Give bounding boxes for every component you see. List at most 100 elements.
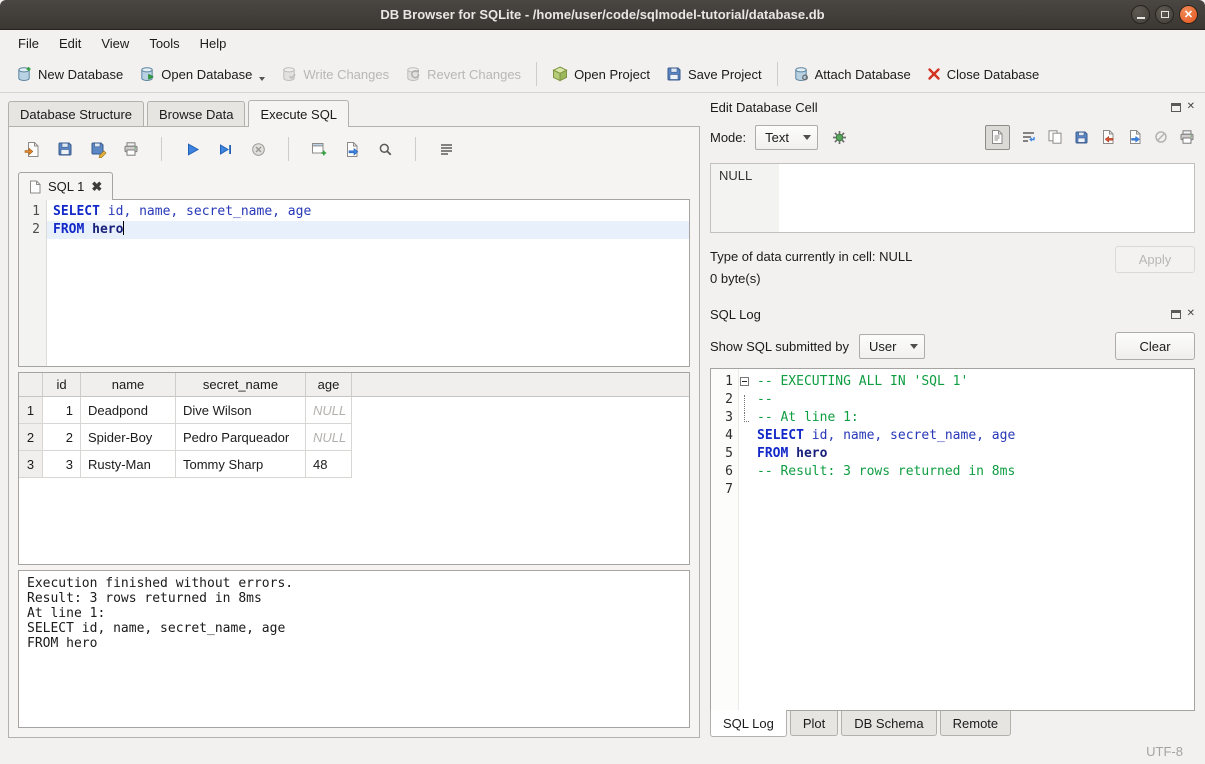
editor-code-area[interactable]: SELECT id, name, secret_name, age FROM h… [47, 200, 689, 366]
word-wrap-icon[interactable] [1021, 130, 1036, 145]
print-cell-icon[interactable] [1179, 129, 1195, 145]
cell-name[interactable]: Deadpond [81, 397, 176, 424]
cell-name[interactable]: Spider-Boy [81, 424, 176, 451]
print-sql-icon[interactable] [121, 139, 141, 159]
sql-editor[interactable]: 1 2 SELECT id, name, secret_name, age FR… [18, 199, 690, 367]
cell-info-row: Type of data currently in cell: NULL 0 b… [710, 246, 1195, 290]
apply-button[interactable]: Apply [1115, 246, 1195, 273]
close-panel-icon[interactable]: ✕ [1187, 309, 1195, 319]
database-attach-icon [793, 66, 809, 82]
cell-age[interactable]: 48 [306, 451, 352, 478]
copy-cell-icon[interactable] [1047, 129, 1063, 145]
cell-secret-name[interactable]: Tommy Sharp [176, 451, 306, 478]
execute-sql-panel: SQL 1 ✖ 1 2 SELECT id, name, secret_name… [8, 126, 700, 738]
close-window-button[interactable]: ✕ [1179, 5, 1198, 24]
new-database-button[interactable]: New Database [8, 61, 131, 87]
save-sql-file-icon[interactable] [55, 139, 75, 159]
import-cell-icon[interactable] [1100, 129, 1116, 145]
edit-cell-header: Edit Database Cell ✕ [710, 97, 1195, 117]
close-panel-icon[interactable]: ✕ [1187, 102, 1195, 112]
log-fold-column[interactable] [739, 369, 755, 710]
sql-log-header: SQL Log ✕ [710, 304, 1195, 324]
float-panel-icon[interactable] [1171, 310, 1181, 319]
menu-item-view[interactable]: View [91, 32, 139, 55]
menu-item-edit[interactable]: Edit [49, 32, 91, 55]
table-row[interactable]: 2 2 Spider-Boy Pedro Parqueador NULL [19, 424, 689, 451]
mode-select[interactable]: Text [755, 125, 818, 150]
line-number: 2 [19, 221, 40, 239]
titlebar[interactable]: DB Browser for SQLite - /home/user/code/… [0, 0, 1205, 30]
results-grid[interactable]: id name secret_name age 1 1 Deadpond Div… [18, 372, 690, 565]
menu-item-file[interactable]: File [8, 32, 49, 55]
new-sql-tab-icon[interactable] [309, 139, 329, 159]
attach-database-button[interactable]: Attach Database [785, 61, 919, 87]
execute-current-line-icon[interactable] [215, 139, 235, 159]
open-project-label: Open Project [574, 67, 650, 82]
tab-execute-sql-label: Execute SQL [260, 107, 337, 122]
tab-plot[interactable]: Plot [790, 711, 838, 736]
tab-db-schema[interactable]: DB Schema [841, 711, 936, 736]
clear-log-button[interactable]: Clear [1115, 332, 1195, 360]
cell-id[interactable]: 1 [43, 397, 81, 424]
menu-item-tools[interactable]: Tools [139, 32, 189, 55]
maximize-button[interactable] [1155, 5, 1174, 24]
float-panel-icon[interactable] [1171, 103, 1181, 112]
column-header-name[interactable]: name [81, 373, 176, 397]
execute-all-icon[interactable] [182, 139, 202, 159]
tab-sql-log[interactable]: SQL Log [710, 710, 787, 737]
column-header-secret-name[interactable]: secret_name [176, 373, 306, 397]
export-sql-icon[interactable] [342, 139, 362, 159]
toolbar-separator [415, 137, 416, 161]
open-project-button[interactable]: Open Project [544, 61, 658, 87]
cell-id[interactable]: 3 [43, 451, 81, 478]
cell-secret-name[interactable]: Pedro Parqueador [176, 424, 306, 451]
sql-keyword: FROM [53, 222, 84, 237]
cell-age-null[interactable]: NULL [306, 397, 352, 424]
sql-log-filter-select[interactable]: User [859, 334, 925, 359]
sql-log-view[interactable]: 12 34 56 7 -- EXECUTING ALL IN 'SQL 1' -… [710, 368, 1195, 711]
cell-mode-row: Mode: Text [710, 123, 1195, 151]
cell-secret-name[interactable]: Dive Wilson [176, 397, 306, 424]
minimize-button[interactable] [1131, 5, 1150, 24]
encoding-indicator[interactable]: UTF-8 [1146, 744, 1183, 759]
revert-changes-button[interactable]: Revert Changes [397, 61, 529, 87]
log-line-numbers: 12 34 56 7 [711, 369, 739, 710]
write-changes-button[interactable]: Write Changes [273, 61, 397, 87]
text-view-icon[interactable] [985, 125, 1010, 150]
format-sql-icon[interactable] [436, 139, 456, 159]
save-sql-as-icon[interactable] [88, 139, 108, 159]
open-database-dropdown-arrow[interactable] [259, 77, 265, 81]
cell-settings-icon[interactable] [827, 125, 852, 150]
table-row[interactable]: 1 1 Deadpond Dive Wilson NULL [19, 397, 689, 424]
tab-database-structure[interactable]: Database Structure [8, 101, 144, 126]
sql-tab-1[interactable]: SQL 1 ✖ [18, 172, 113, 200]
open-sql-file-icon[interactable] [22, 139, 42, 159]
save-project-button[interactable]: Save Project [658, 61, 770, 87]
cell-name[interactable]: Rusty-Man [81, 451, 176, 478]
chevron-down-icon [910, 344, 918, 349]
save-cell-icon[interactable] [1074, 130, 1089, 145]
tab-browse-data[interactable]: Browse Data [147, 101, 245, 126]
log-code-area: -- EXECUTING ALL IN 'SQL 1' -- -- At lin… [755, 369, 1194, 710]
editor-line-2-current: FROM hero [47, 221, 689, 239]
column-header-age[interactable]: age [306, 373, 352, 397]
cell-editor[interactable]: NULL [710, 163, 1195, 233]
open-database-button[interactable]: Open Database [131, 61, 273, 87]
close-database-button[interactable]: Close Database [919, 62, 1048, 87]
export-cell-icon[interactable] [1127, 129, 1143, 145]
results-header-filler [352, 373, 689, 397]
edit-cell-title: Edit Database Cell [710, 100, 1171, 115]
chevron-down-icon [803, 135, 811, 140]
sql-tab-close-icon[interactable]: ✖ [91, 180, 102, 193]
tab-execute-sql[interactable]: Execute SQL [248, 100, 349, 127]
find-replace-icon[interactable] [375, 139, 395, 159]
menu-item-help[interactable]: Help [190, 32, 237, 55]
table-row[interactable]: 3 3 Rusty-Man Tommy Sharp 48 [19, 451, 689, 478]
fold-collapse-icon[interactable] [740, 377, 749, 386]
open-database-label: Open Database [161, 67, 252, 82]
cell-toolbar [985, 125, 1195, 150]
cell-age-null[interactable]: NULL [306, 424, 352, 451]
tab-remote[interactable]: Remote [940, 711, 1012, 736]
cell-id[interactable]: 2 [43, 424, 81, 451]
column-header-id[interactable]: id [43, 373, 81, 397]
